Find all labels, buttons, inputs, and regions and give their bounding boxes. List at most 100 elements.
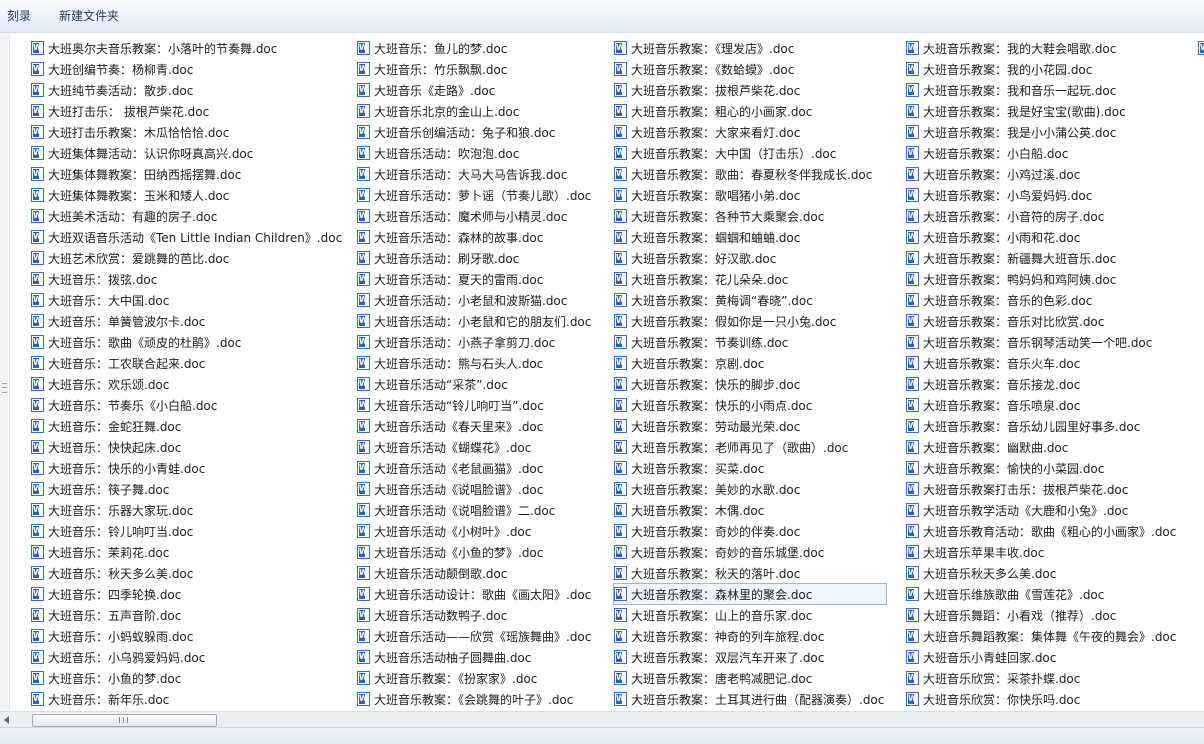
- file-item[interactable]: 大班音乐教案：劳动最光荣.doc: [614, 416, 886, 436]
- file-item[interactable]: 大班音乐活动设计：歌曲《画太阳》.doc: [357, 584, 593, 604]
- file-item[interactable]: 大班音乐：小蚂蚁躲雨.doc: [31, 626, 344, 646]
- file-item[interactable]: 大班音乐教案：蝈蝈和蛐蛐.doc: [614, 227, 886, 247]
- file-item[interactable]: 大班音乐：欢乐颂.doc: [31, 374, 344, 394]
- file-item[interactable]: 大班音乐舞蹈：小看戏（推荐）.doc: [906, 605, 1178, 625]
- file-item[interactable]: 大班音乐舞蹈教案：集体舞《午夜的舞会》.doc: [906, 626, 1178, 646]
- file-item[interactable]: 大班音乐教案：奇妙的音乐城堡.doc: [614, 542, 886, 562]
- file-item[interactable]: 大班音乐活动《小树叶》.doc: [357, 521, 593, 541]
- file-item[interactable]: 大班音乐活动《春天里来》.doc: [357, 416, 593, 436]
- file-item[interactable]: 大班音乐教案：买菜.doc: [614, 458, 886, 478]
- file-item[interactable]: 大班音乐：金蛇狂舞.doc: [31, 416, 344, 436]
- file-list-view[interactable]: 大班奥尔夫音乐教案：小落叶的节奏舞.doc 大班创编节奏：杨柳青.doc 大班纯节奏…: [0, 33, 1204, 711]
- file-item[interactable]: 大班音乐活动：小老鼠和波斯猫.doc: [357, 290, 593, 310]
- file-item[interactable]: 大班音乐活动：刷牙歌.doc: [357, 248, 593, 268]
- file-item[interactable]: 大班音乐教案：美妙的水歌.doc: [614, 479, 886, 499]
- file-item[interactable]: 大班音乐教案：各种节大乘聚会.doc: [614, 206, 886, 226]
- file-item[interactable]: 大班音乐教案：新疆舞大班音乐.doc: [906, 248, 1178, 268]
- file-item[interactable]: 大班音乐：鱼儿的梦.doc: [357, 38, 593, 58]
- file-item[interactable]: 大班音乐教案：鸭妈妈和鸡阿姨.doc: [906, 269, 1178, 289]
- file-item[interactable]: 大班音乐活动《说唱脸谱》.doc: [357, 479, 593, 499]
- file-item[interactable]: 大班音乐教案：花儿朵朵.doc: [614, 269, 886, 289]
- file-item[interactable]: 大班音乐：小鱼的梦.doc: [31, 668, 344, 688]
- file-item[interactable]: 大班音乐活动《老鼠画猫》.doc: [357, 458, 593, 478]
- file-item[interactable]: 大班音乐教案：歌曲：春夏秋冬伴我成长.doc: [614, 164, 886, 184]
- file-item[interactable]: 大班音乐：快快起床.doc: [31, 437, 344, 457]
- file-item[interactable]: 大班音乐：铃儿响叮当.doc: [31, 521, 344, 541]
- scroll-left-arrow-icon[interactable]: [4, 716, 9, 724]
- file-item[interactable]: 大班音乐创编活动：兔子和狼.doc: [357, 122, 593, 142]
- file-item[interactable]: 大班音乐：茉莉花.doc: [31, 542, 344, 562]
- file-item[interactable]: 大班音乐：快乐的小青蛙.doc: [31, 458, 344, 478]
- file-item[interactable]: 大班音乐教案：粗心的小画家.doc: [614, 101, 886, 121]
- file-item[interactable]: 大班音乐教育活动：歌曲《粗心的小画家》.doc: [906, 521, 1178, 541]
- file-item[interactable]: 大班音乐教案：音乐钢琴活动笑一个吧.doc: [906, 332, 1178, 352]
- file-item[interactable]: 大班打击乐教案：木瓜恰恰恰.doc: [31, 122, 344, 142]
- file-item[interactable]: 大班集体舞教案：田纳西摇摆舞.doc: [31, 164, 344, 184]
- file-item[interactable]: 大班音乐教案：歌唱猪小弟.doc: [614, 185, 886, 205]
- file-item[interactable]: 大班音乐教案：音乐的色彩.doc: [906, 290, 1178, 310]
- file-item[interactable]: 大班音乐《走路》.doc: [357, 80, 593, 100]
- file-item[interactable]: 大班音乐教学活动《大鹿和小兔》.doc: [906, 500, 1178, 520]
- file-item[interactable]: 大班音乐活动：小老鼠和它的朋友们.doc: [357, 311, 593, 331]
- file-item[interactable]: 大班音乐教案：秋天的落叶.doc: [614, 563, 886, 583]
- file-item[interactable]: 大班音乐：五声音阶.doc: [31, 605, 344, 625]
- file-item[interactable]: 大班音乐活动：魔术师与小精灵.doc: [357, 206, 593, 226]
- file-item[interactable]: 大班音乐：单簧管波尔卡.doc: [31, 311, 344, 331]
- file-item[interactable]: 大班音乐教案打击乐：拔根芦柴花.doc: [906, 479, 1178, 499]
- file-item[interactable]: 大班音乐教案：小音符的房子.doc: [906, 206, 1178, 226]
- file-item[interactable]: 大班音乐教案：幽默曲.doc: [906, 437, 1178, 457]
- file-item[interactable]: 大班音乐小青蛙回家.doc: [906, 647, 1178, 667]
- file-item[interactable]: 大班美术活动：有趣的房子.doc: [31, 206, 344, 226]
- file-item[interactable]: 大班音乐：歌曲《顽皮的杜鹃》.doc: [31, 332, 344, 352]
- new-folder-button[interactable]: 新建文件夹: [57, 8, 121, 25]
- file-item[interactable]: 大班音乐活动：小燕子拿剪刀.doc: [357, 332, 593, 352]
- file-item[interactable]: 大班音乐活动《说唱脸谱》二.doc: [357, 500, 593, 520]
- file-item[interactable]: 大班音乐教案：小白船.doc: [906, 143, 1178, 163]
- file-item[interactable]: 大班音乐：工农联合起来.doc: [31, 353, 344, 373]
- file-item[interactable]: 大班音乐北京的金山上.doc: [357, 101, 593, 121]
- file-item[interactable]: 大班音乐教案：假如你是一只小兔.doc: [614, 311, 886, 331]
- file-item[interactable]: 大班音乐：新年乐.doc: [31, 689, 344, 709]
- file-item[interactable]: 大班音乐教案：奇妙的伴奏.doc: [614, 521, 886, 541]
- file-item[interactable]: 大班音乐教案：快乐的脚步.doc: [614, 374, 886, 394]
- file-item[interactable]: 大班音乐教案：大家来看灯.doc: [614, 122, 886, 142]
- file-item[interactable]: 大班音乐活动《小鱼的梦》.doc: [357, 542, 593, 562]
- file-item[interactable]: 大班音乐教案：森林里的聚会.doc: [612, 583, 888, 605]
- file-item[interactable]: 大班音乐教案：《理发店》.doc: [614, 38, 886, 58]
- file-item[interactable]: 大班纯节奏活动：散步.doc: [31, 80, 344, 100]
- file-item[interactable]: 大班音乐教案：唐老鸭减肥记.doc: [614, 668, 886, 688]
- file-item[interactable]: 大班音乐教案：节奏训练.doc: [614, 332, 886, 352]
- file-item[interactable]: 大班音乐教案：山上的音乐家.doc: [614, 605, 886, 625]
- file-item[interactable]: 大班集体舞活动：认识你呀真高兴.doc: [31, 143, 344, 163]
- file-item[interactable]: 大班音乐活动：萝卜谣（节奏儿歌）.doc: [357, 185, 593, 205]
- file-item[interactable]: 大班音乐教案：神奇的列车旅程.doc: [614, 626, 886, 646]
- file-item[interactable]: 大班音乐教案：土耳其进行曲（配器演奏）.doc: [614, 689, 886, 709]
- file-item[interactable]: 大班音乐活动：吹泡泡.doc: [357, 143, 593, 163]
- file-item[interactable]: 大班音乐教案：小鸟爱妈妈.doc: [906, 185, 1178, 205]
- file-item[interactable]: 大班音乐教案：我的大鞋会唱歌.doc: [906, 38, 1178, 58]
- file-item[interactable]: 大班音乐活动颠倒歌.doc: [357, 563, 593, 583]
- burn-button[interactable]: 刻录: [5, 8, 33, 25]
- file-item[interactable]: 大班打击乐： 拔根芦柴花.doc: [31, 101, 344, 121]
- file-item[interactable]: 大班创编节奏：杨柳青.doc: [31, 59, 344, 79]
- scrollbar-thumb[interactable]: [32, 714, 217, 727]
- file-item[interactable]: 大班音乐教案：小雨和花.doc: [906, 227, 1178, 247]
- file-item[interactable]: 大班音乐教案：音乐火车.doc: [906, 353, 1178, 373]
- file-item[interactable]: 大班音乐活动：大马大马告诉我.doc: [357, 164, 593, 184]
- file-item[interactable]: 大班音乐教案：我和音乐一起玩.doc: [906, 80, 1178, 100]
- file-item[interactable]: 大班音乐教案：拔根芦柴花.doc: [614, 80, 886, 100]
- file-item[interactable]: 大班音乐教案：我的小花园.doc: [906, 59, 1178, 79]
- file-item[interactable]: 大班音乐欣赏：你快乐吗.doc: [906, 689, 1178, 709]
- file-item[interactable]: 大班音乐教案：愉快的小菜园.doc: [906, 458, 1178, 478]
- file-item[interactable]: 大班音乐秋天多么美.doc: [906, 563, 1178, 583]
- file-item[interactable]: 大班音乐教案：老师再见了（歌曲）.doc: [614, 437, 886, 457]
- file-item[interactable]: 大班音乐教案：快乐的小雨点.doc: [614, 395, 886, 415]
- file-item[interactable]: 大班音乐教案：大中国（打击乐）.doc: [614, 143, 886, 163]
- file-item[interactable]: 大班音乐苹果丰收.doc: [906, 542, 1178, 562]
- file-item[interactable]: 大班音乐教案：双层汽车开来了.doc: [614, 647, 886, 667]
- file-item[interactable]: 大班艺术欣赏：爱跳舞的芭比.doc: [31, 248, 344, 268]
- file-item[interactable]: 大班音乐活动：熊与石头人.doc: [357, 353, 593, 373]
- file-item[interactable]: 大班音乐活动：森林的故事.doc: [357, 227, 593, 247]
- file-item[interactable]: 大班音乐：大中国.doc: [31, 290, 344, 310]
- file-item[interactable]: 大班音乐活动“铃儿响叮当”.doc: [357, 395, 593, 415]
